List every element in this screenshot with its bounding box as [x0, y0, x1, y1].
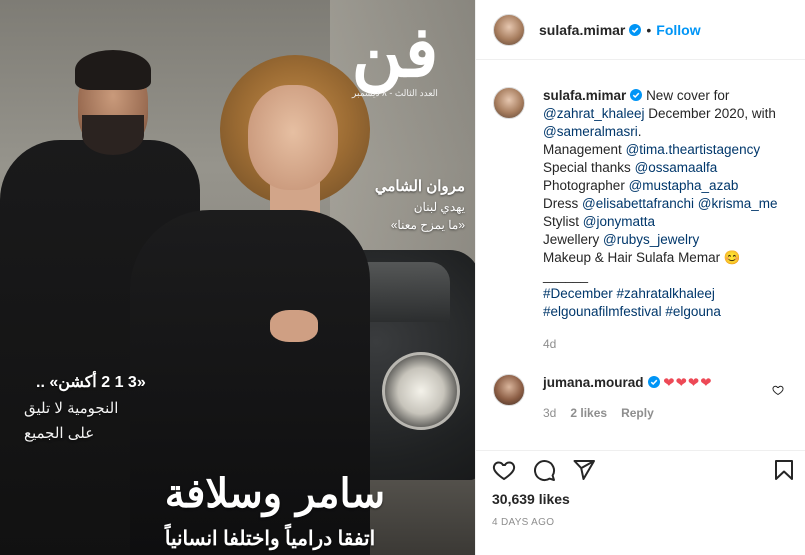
like-heart-icon[interactable] [492, 458, 516, 482]
cover-headline: سامر وسلافة [164, 470, 386, 517]
comment-like-heart-icon[interactable] [772, 384, 784, 396]
reply-button[interactable]: Reply [621, 406, 654, 420]
caption-username[interactable]: sulafa.mimar [543, 88, 626, 103]
caption-text: Stylist [543, 214, 583, 229]
post-image[interactable]: فن العدد الثالث - ٨ ديسمبر مروان الشامي … [0, 0, 475, 555]
cover-left-title: «3 1 2 أكشن» .. [36, 374, 146, 391]
caption-line-6: Photographer @mustapha_azab [543, 177, 793, 195]
action-icons-row [476, 451, 805, 489]
mention-link[interactable]: @zahrat_khaleej [543, 106, 645, 121]
caption-avatar[interactable] [493, 87, 525, 119]
comment-meta: 3d 2 likes Reply [543, 404, 793, 422]
hashtag-link[interactable]: #December [543, 286, 613, 301]
caption-text: December 2020, with [644, 106, 776, 121]
verified-badge-icon [647, 376, 660, 388]
mention-link[interactable]: @sameralmasri [543, 124, 638, 139]
cover-subheadline: اتفقا درامياً واختلفا انسانياً [164, 528, 376, 550]
comment-username[interactable]: jumana.mourad [543, 375, 644, 390]
cover-car-headlight [382, 352, 460, 430]
caption-text: Dress [543, 196, 583, 211]
mention-link[interactable]: @rubys_jewelry [603, 232, 699, 247]
caption-line-2: @zahrat_khaleej December 2020, with [543, 105, 793, 123]
logo-issue-line: العدد الثالث - ٨ ديسمبر [352, 88, 438, 98]
caption-text: . [637, 124, 642, 139]
verified-badge-icon [630, 89, 643, 101]
caption-line-9: Jewellery @rubys_jewelry [543, 231, 793, 249]
mention-link[interactable]: @krisma_me [698, 196, 778, 211]
hashtag-link[interactable]: #zahratalkhaleej [617, 286, 715, 301]
caption-text: Special thanks [543, 160, 635, 175]
cover-left-line1: النجومية لا تليق [24, 400, 119, 417]
mention-link[interactable]: @ossamaalfa [635, 160, 718, 175]
comment-likes[interactable]: 2 likes [570, 406, 607, 420]
logo-mark: فن [351, 10, 443, 93]
mention-link[interactable]: @elisabettafranchi [582, 196, 694, 211]
mention-link[interactable]: @jonymatta [583, 214, 655, 229]
comment-time[interactable]: 3d [543, 406, 556, 420]
caption-text: Management [543, 142, 626, 157]
caption-line-7: Dress @elisabettafranchi @krisma_me [543, 195, 793, 213]
caption-hashtags-1: #December #zahratalkhaleej [543, 285, 793, 303]
caption-line-10: Makeup & Hair Sulafa Memar 😊 [543, 249, 793, 267]
instagram-post: فن العدد الثالث - ٨ ديسمبر مروان الشامي … [0, 0, 805, 555]
comment-body: jumana.mourad ❤❤❤❤ 3d 2 likes Reply [543, 374, 793, 422]
magazine-logo: فن العدد الثالث - ٨ ديسمبر [335, 12, 455, 107]
verified-badge-icon [629, 23, 642, 36]
comments-section[interactable]: sulafa.mimar New cover for @zahrat_khale… [476, 60, 805, 450]
mention-link[interactable]: @tima.theartistagency [626, 142, 761, 157]
avatar[interactable] [493, 13, 525, 46]
hashtag-link[interactable]: #elgouna [665, 304, 721, 319]
caption: sulafa.mimar New cover for @zahrat_khale… [493, 87, 793, 353]
share-plane-icon[interactable] [572, 458, 596, 482]
separator-dot: • [646, 21, 652, 38]
woman-hand [270, 310, 318, 342]
cover-left-line2: على الجميع [24, 425, 95, 442]
post-date[interactable]: 4 DAYS AGO [476, 517, 805, 528]
caption-line-4: Management @tima.theartistagency [543, 141, 793, 159]
comment-line: jumana.mourad ❤❤❤❤ [543, 374, 793, 392]
hashtag-link[interactable]: #elgounafilmfestival [543, 304, 662, 319]
likes-count[interactable]: 30,639 likes [476, 491, 805, 507]
smile-emoji: 😊 [723, 250, 741, 265]
header-username[interactable]: sulafa.mimar [539, 22, 625, 38]
caption-text: Jewellery [543, 232, 604, 247]
cover-right-line1: يهدي لبنان [413, 200, 465, 214]
caption-time[interactable]: 4d [543, 335, 793, 353]
follow-button[interactable]: Follow [656, 22, 700, 38]
caption-text: Photographer [543, 178, 629, 193]
comment: jumana.mourad ❤❤❤❤ 3d 2 likes Reply [493, 374, 793, 422]
caption-text: New cover for [646, 88, 730, 103]
caption-body: sulafa.mimar New cover for @zahrat_khale… [543, 87, 793, 353]
cover-right-line2: «ما يمزح معنا» [390, 218, 465, 232]
comment-text: ❤❤❤❤ [663, 375, 713, 390]
comment-bubble-icon[interactable] [532, 458, 556, 482]
save-bookmark-icon[interactable] [772, 458, 796, 482]
mention-link[interactable]: @mustapha_azab [629, 178, 739, 193]
caption-line-1: sulafa.mimar New cover for [543, 87, 793, 105]
caption-hashtags-2: #elgounafilmfestival #elgouna [543, 303, 793, 321]
comment-avatar[interactable] [493, 374, 525, 406]
caption-text: Makeup & Hair Sulafa Memar [543, 250, 724, 265]
post-header: sulafa.mimar • Follow [476, 0, 805, 60]
woman-face [248, 85, 338, 190]
caption-divider: ______ [543, 268, 589, 283]
post-side-panel: sulafa.mimar • Follow sulafa.mimar New c… [475, 0, 805, 555]
action-bar: 30,639 likes 4 DAYS AGO [476, 450, 805, 528]
caption-line-3: @sameralmasri. [543, 123, 793, 141]
cover-name-right: مروان الشامي [374, 178, 465, 195]
caption-line-8: Stylist @jonymatta [543, 213, 793, 231]
caption-line-5: Special thanks @ossamaalfa [543, 159, 793, 177]
